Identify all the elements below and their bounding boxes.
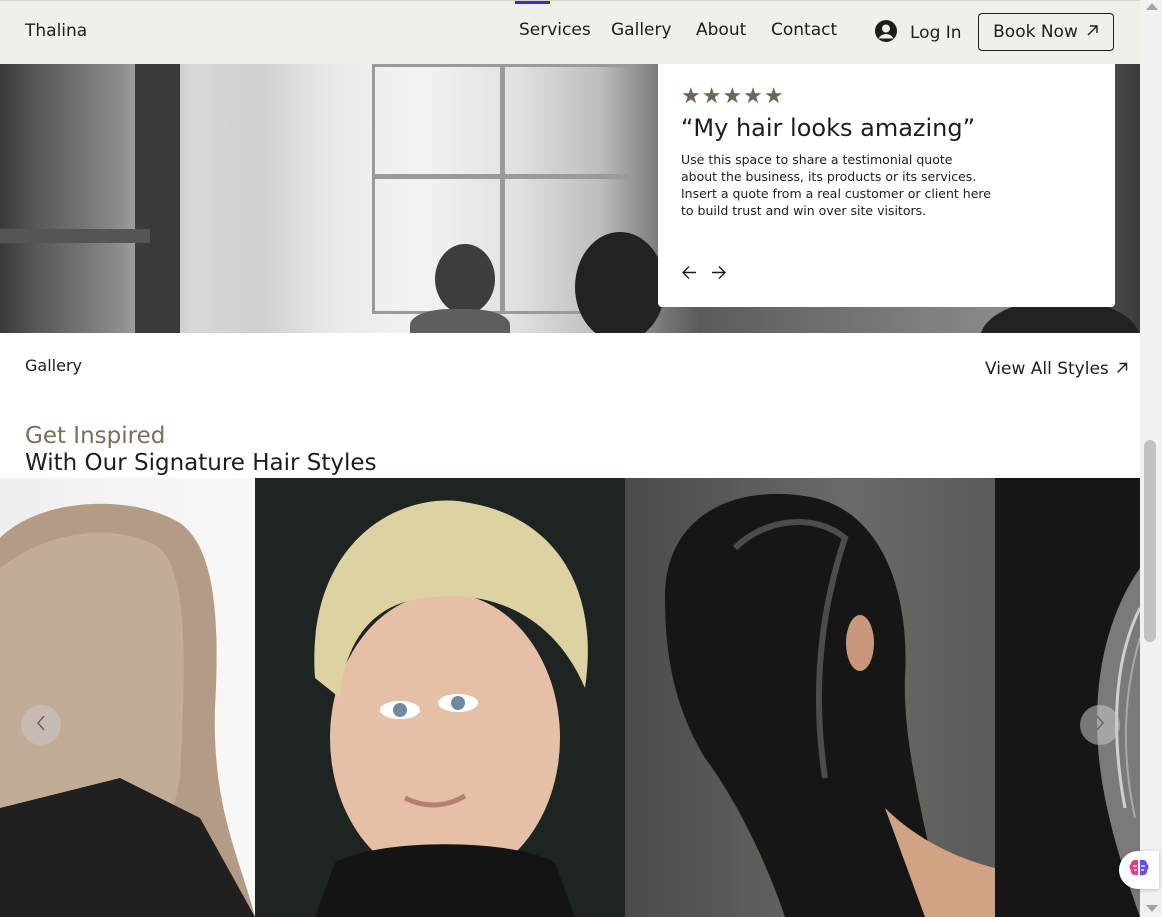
hero-person-head [435,244,495,314]
hero-window-sill [0,229,150,243]
arrow-left-icon[interactable] [681,264,698,281]
nav-contact[interactable]: Contact [771,20,837,40]
site-header: Thalina Services Gallery About Contact L… [0,0,1140,64]
ai-assistant-widget[interactable] [1119,851,1159,889]
nav-about[interactable]: About [696,20,746,40]
nav-services[interactable]: Services [519,20,591,40]
nav-gallery[interactable]: Gallery [611,20,672,40]
book-now-label: Book Now [993,22,1078,42]
hero-window-bar [500,64,505,314]
gallery-image[interactable] [255,478,625,917]
gallery-carousel [0,478,1140,917]
chevron-right-icon [1094,714,1106,736]
gallery-next-button[interactable] [1080,705,1120,745]
scroll-up-arrow-icon[interactable] [1146,3,1158,10]
login-button[interactable]: Log In [874,20,962,46]
gallery-prev-button[interactable] [21,705,61,745]
view-all-styles-link[interactable]: View All Styles [985,359,1128,379]
hero-window-post [135,64,180,333]
user-avatar-icon [874,19,898,47]
brain-icon [1128,858,1150,882]
gallery-heading: With Our Signature Hair Styles [25,450,377,476]
gallery-image[interactable] [0,478,255,917]
testimonial-title: “My hair looks amazing” [681,114,976,142]
arrow-right-icon[interactable] [710,264,727,281]
testimonial-nav [681,264,727,281]
arrow-up-right-icon [1086,22,1099,42]
gallery-section-label: Gallery [25,356,82,375]
nav-active-indicator [515,1,550,4]
chevron-left-icon [35,714,47,736]
scrollbar-thumb[interactable] [1144,440,1156,642]
testimonial-card: ★★★★★ “My hair looks amazing” Use this s… [658,64,1115,307]
scroll-down-arrow-icon[interactable] [1146,905,1158,912]
gallery-heading-accent: Get Inspired [25,423,166,449]
book-now-button[interactable]: Book Now [978,13,1114,51]
testimonial-body: Use this space to share a testimonial qu… [681,152,991,218]
login-label: Log In [910,23,962,43]
arrow-up-right-icon [1116,359,1128,379]
site-logo[interactable]: Thalina [25,21,87,41]
hero-person-body [410,309,510,333]
hero-person-head [575,232,665,333]
gallery-image[interactable] [995,478,1140,917]
gallery-image[interactable] [625,478,995,917]
rating-stars: ★★★★★ [681,84,785,109]
view-all-label: View All Styles [985,359,1109,379]
